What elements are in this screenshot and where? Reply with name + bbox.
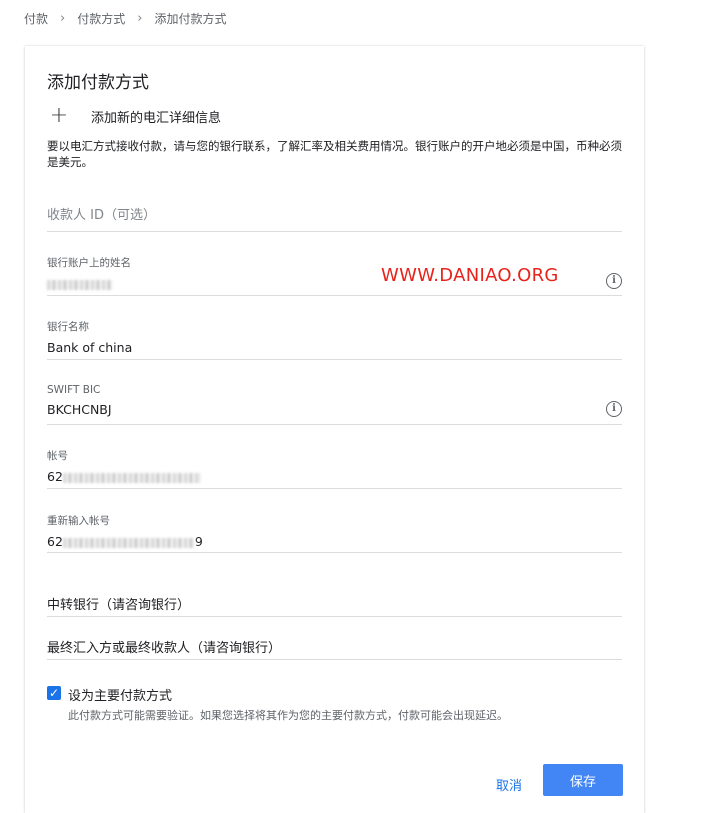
reenter-account-number-field[interactable]: 重新输入帐号 62 9 <box>47 513 622 553</box>
add-wire-details-button[interactable]: + 添加新的电汇详细信息 <box>47 104 221 128</box>
reenter-account-number-label: 重新输入帐号 <box>47 515 110 527</box>
breadcrumb: 付款 › 付款方式 › 添加付款方式 <box>24 10 226 27</box>
swift-bic-label: SWIFT BIC <box>47 384 101 396</box>
redacted-name <box>47 279 113 290</box>
primary-payment-label: 设为主要付款方式 <box>68 689 173 704</box>
chevron-right-icon: › <box>137 11 143 26</box>
swift-bic-value: BKCHCNBJ <box>47 402 112 417</box>
redacted-account-number <box>62 537 195 548</box>
primary-payment-checkbox[interactable]: ✓ <box>47 686 61 700</box>
wire-transfer-description: 要以电汇方式接收付款，请与您的银行联系，了解汇率及相关费用情况。银行账户的开户地… <box>47 139 622 169</box>
account-number-label: 帐号 <box>47 450 68 462</box>
bank-name-field[interactable]: 银行名称 Bank of china <box>47 319 622 360</box>
bank-name-label: 银行名称 <box>47 321 89 333</box>
add-wire-details-label: 添加新的电汇详细信息 <box>91 110 222 126</box>
checkmark-icon: ✓ <box>48 686 60 700</box>
info-icon[interactable]: i <box>606 273 622 289</box>
reenter-account-suffix: 9 <box>194 534 203 549</box>
breadcrumb-item-current: 添加付款方式 <box>154 12 227 26</box>
account-number-field[interactable]: 帐号 62 <box>47 448 622 489</box>
plus-icon: + <box>49 103 69 128</box>
redacted-account-number <box>62 472 201 483</box>
swift-bic-field[interactable]: SWIFT BIC BKCHCNBJ i <box>47 384 622 425</box>
reenter-account-prefix: 62 <box>47 534 63 549</box>
account-number-prefix: 62 <box>47 469 63 484</box>
chevron-right-icon: › <box>60 11 66 26</box>
reenter-account-number-value: 62 9 <box>47 534 622 549</box>
breadcrumb-item-payments[interactable]: 付款 <box>24 10 48 27</box>
cancel-button[interactable]: 取消 <box>485 768 533 800</box>
bank-name-value: Bank of china <box>47 340 133 355</box>
intermediary-bank-label: 中转银行（请咨询银行） <box>47 598 191 613</box>
save-button[interactable]: 保存 <box>543 764 623 796</box>
final-beneficiary-label: 最终汇入方或最终收款人（请咨询银行） <box>47 641 282 656</box>
primary-payment-note: 此付款方式可能需要验证。如果您选择将其作为您的主要付款方式，付款可能会出现延迟。 <box>68 709 508 722</box>
payee-id-placeholder: 收款人 ID（可选） <box>47 208 156 223</box>
final-beneficiary-field[interactable]: 最终汇入方或最终收款人（请咨询银行） <box>47 637 622 660</box>
intermediary-bank-field[interactable]: 中转银行（请咨询银行） <box>47 594 622 617</box>
primary-payment-option: ✓ 设为主要付款方式 此付款方式可能需要验证。如果您选择将其作为您的主要付款方式… <box>47 685 508 723</box>
page-title: 添加付款方式 <box>47 73 149 93</box>
watermark-text: WWW.DANIAO.ORG <box>381 265 559 286</box>
payee-id-field[interactable]: 收款人 ID（可选） <box>47 204 622 232</box>
add-payment-method-card: 添加付款方式 + 添加新的电汇详细信息 要以电汇方式接收付款，请与您的银行联系，… <box>25 46 644 813</box>
account-number-value: 62 <box>47 469 622 484</box>
info-icon[interactable]: i <box>606 401 622 417</box>
breadcrumb-item-payment-methods[interactable]: 付款方式 <box>77 10 125 27</box>
